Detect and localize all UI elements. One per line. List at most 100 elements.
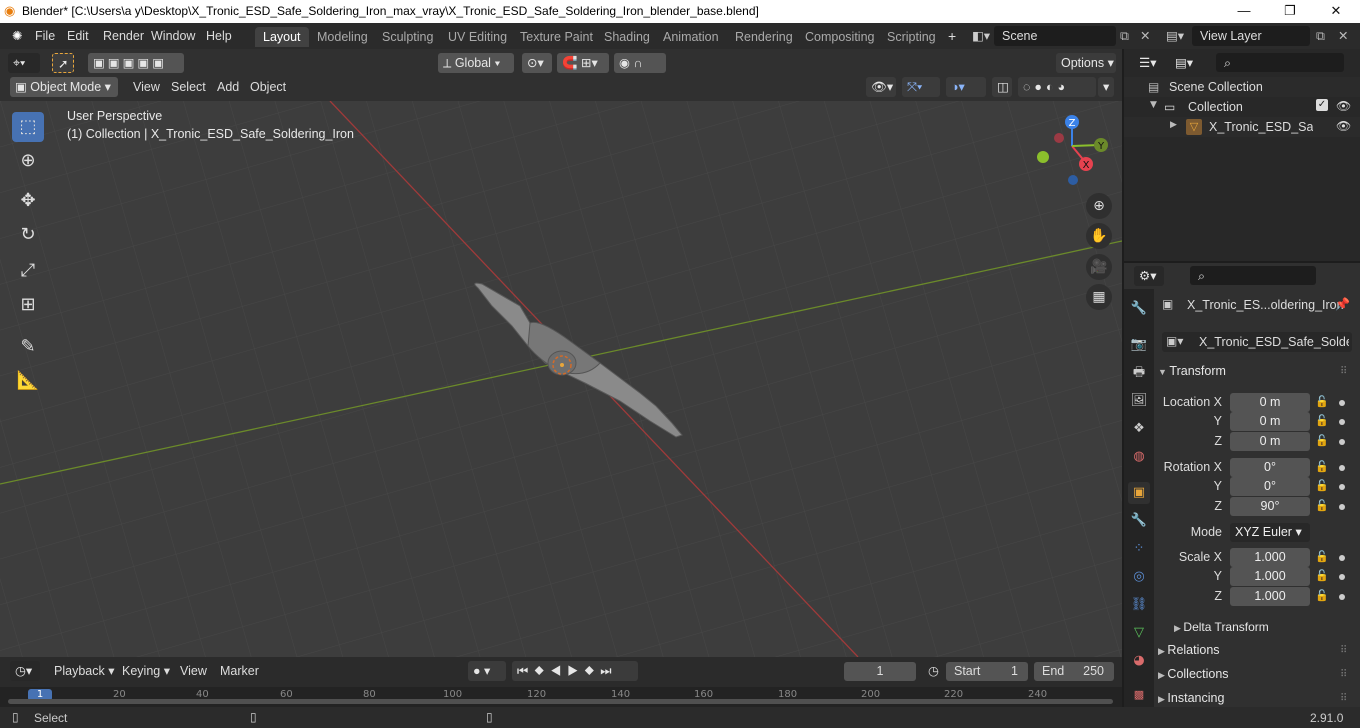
ortho-grid-icon[interactable]: ▦ [1086,284,1112,310]
drag-handle-icon[interactable]: ⠿ [1340,693,1347,704]
rotation-x-field[interactable]: 0° [1230,458,1310,477]
menu-file[interactable]: File [29,27,61,45]
lock-icon[interactable]: 🔓 [1315,460,1329,473]
shading-options-icon[interactable]: ▾ [1098,77,1114,97]
scene-selector-icon[interactable]: ◧▾ [966,27,996,45]
zoom-icon[interactable]: ⊕ [1086,193,1112,219]
outliner-row[interactable]: ▤ Scene Collection [1124,77,1360,97]
scene-name-field[interactable]: Scene [994,26,1116,46]
maximize-button[interactable]: ❐ [1275,2,1305,20]
object-tab-icon[interactable]: ▣ [1128,482,1150,504]
constraints-tab-icon[interactable]: ⛓ [1128,594,1150,616]
location-x-field[interactable]: 0 m [1230,393,1310,412]
menu-help[interactable]: Help [200,27,238,45]
menu-window[interactable]: Window [145,27,201,45]
menu-render[interactable]: Render [97,27,150,45]
render-tab-icon[interactable]: 📷 [1128,334,1150,356]
blender-menu-icon[interactable]: ✺ [6,27,28,45]
select-box-tool-icon[interactable]: ⬚ [12,112,44,142]
tab-animation[interactable]: Animation [655,27,727,47]
output-tab-icon[interactable]: 🖶 [1128,362,1150,384]
pivot-point-icon[interactable]: ⊙▾ [522,53,552,73]
transform-tool-icon[interactable]: ⊞ [12,290,44,320]
start-frame-field[interactable]: Start 1 [946,662,1028,681]
material-tab-icon[interactable]: ◕ [1128,650,1150,672]
relations-header[interactable]: ▶ Relations [1158,643,1220,657]
options-dropdown[interactable]: Options ▾ [1056,53,1116,73]
location-z-field[interactable]: 0 m [1230,432,1310,451]
modifier-tab-icon[interactable]: 🔧 [1128,510,1150,532]
select-mode-icon[interactable]: ➚ [52,53,74,73]
timeline-editor-type-icon[interactable]: ◷▾ [10,661,40,681]
add-workspace-button[interactable]: + [942,27,962,45]
rotation-y-field[interactable]: 0° [1230,477,1310,496]
rotate-tool-icon[interactable]: ↻ [12,220,44,250]
transform-orientation-dropdown[interactable]: ⟂ Global ▾ [438,53,514,73]
visibility-icon[interactable]: 👁▾ [866,77,896,97]
tab-compositing[interactable]: Compositing [797,27,882,47]
timeline-ruler[interactable]: 1 20 40 60 80 100 120 140 160 180 200 22… [0,687,1122,707]
properties-editor-type-icon[interactable]: ⚙▾ [1134,266,1164,286]
delete-scene-icon[interactable]: ✕ [1134,27,1156,45]
expand-chevron-icon[interactable]: ▶ [1170,120,1177,130]
scale-z-field[interactable]: 1.000 [1230,587,1310,606]
gizmo-toggle-icon[interactable]: ⤧▾ [902,77,940,97]
timeline-menu-marker[interactable]: Marker [216,661,263,681]
camera-view-icon[interactable]: 🎥 [1086,254,1112,280]
keyframe-dot-icon[interactable] [1339,484,1345,490]
lock-icon[interactable]: 🔓 [1315,550,1329,563]
physics-tab-icon[interactable]: ◎ [1128,566,1150,588]
view-layer-icon[interactable]: ▤▾ [1160,27,1190,45]
particles-tab-icon[interactable]: ⁘ [1128,538,1150,560]
scale-tool-icon[interactable]: ⤢ [12,256,44,286]
lock-icon[interactable]: 🔓 [1315,414,1329,427]
transform-panel-header[interactable]: ▼ Transform [1158,364,1226,378]
new-view-layer-icon[interactable]: ⧉ [1310,27,1331,45]
outliner-row[interactable]: ▼ ▭ Collection ✓ 👁 [1124,97,1360,117]
tab-sculpting[interactable]: Sculpting [374,27,441,47]
timeline-scrollbar[interactable] [8,699,1113,704]
properties-search-input[interactable]: ⌕ [1190,266,1316,285]
new-scene-icon[interactable]: ⧉ [1114,27,1135,45]
outliner-search-input[interactable]: ⌕ [1216,53,1344,72]
viewport-menu-add[interactable]: Add [213,77,243,97]
measure-tool-icon[interactable]: 📐 [12,366,44,396]
keyframe-dot-icon[interactable] [1339,594,1345,600]
scale-x-field[interactable]: 1.000 [1230,548,1310,567]
auto-keying-icon[interactable]: ● ▾ [468,661,506,681]
timeline-menu-view[interactable]: View [176,661,211,681]
shading-modes-icon[interactable]: ◌●◐◕ [1018,77,1096,97]
lock-icon[interactable]: 🔓 [1315,569,1329,582]
delete-view-layer-icon[interactable]: ✕ [1332,27,1354,45]
rotation-mode-dropdown[interactable]: XYZ Euler ▾ [1230,523,1310,542]
outliner-row[interactable]: ▶ ▽ X_Tronic_ESD_Safe_S 👁 [1124,117,1360,137]
close-button[interactable]: ✕ [1321,2,1351,20]
annotate-tool-icon[interactable]: ✎ [12,332,44,362]
timeline-menu-keying[interactable]: Keying ▾ [118,661,174,681]
texture-tab-icon[interactable]: ▩ [1128,684,1150,706]
world-tab-icon[interactable]: ◍ [1128,446,1150,468]
view-layer-field[interactable]: View Layer [1192,26,1310,46]
tab-scripting[interactable]: Scripting [879,27,944,47]
collections-header[interactable]: ▶ Collections [1158,667,1229,681]
keyframe-dot-icon[interactable] [1339,465,1345,471]
keyframe-dot-icon[interactable] [1339,574,1345,580]
tool-tab-icon[interactable]: 🔧 [1128,298,1150,320]
viewport-menu-object[interactable]: Object [246,77,290,97]
outliner-display-mode-icon[interactable]: ▤▾ [1170,53,1200,73]
pan-hand-icon[interactable]: ✋ [1086,223,1112,249]
location-y-field[interactable]: 0 m [1230,412,1310,431]
xray-toggle-icon[interactable]: ◫ [992,77,1012,97]
tab-shading[interactable]: Shading [596,27,658,47]
mesh-data-tab-icon[interactable]: ▽ [1128,622,1150,644]
tab-modeling[interactable]: Modeling [309,27,376,47]
tab-texture-paint[interactable]: Texture Paint [512,27,601,47]
viewport-menu-select[interactable]: Select [167,77,210,97]
snapping-icon[interactable]: 🧲 ⊞▾ [557,53,609,73]
view-layer-tab-icon[interactable]: 🖼 [1128,390,1150,412]
keyframe-dot-icon[interactable] [1339,504,1345,510]
playback-controls-icon[interactable]: ⏮◆◀▶◆⏭ [512,661,638,681]
preview-range-icon[interactable]: ◷ [924,661,943,681]
pin-icon[interactable]: 📌 [1335,297,1350,311]
instancing-header[interactable]: ▶ Instancing [1158,691,1224,705]
